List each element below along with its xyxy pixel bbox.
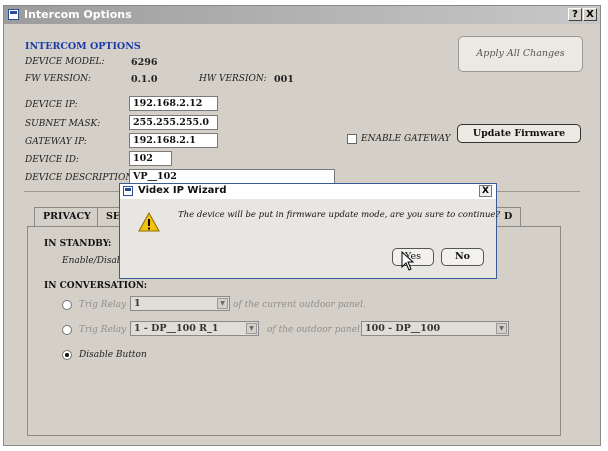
fw-version-value: 0.1.0 (131, 74, 158, 85)
subnet-mask-field[interactable]: 255.255.255.0 (129, 115, 218, 130)
device-id-label: DEVICE ID: (25, 155, 79, 165)
gateway-ip-label: GATEWAY IP: (25, 137, 87, 147)
device-description-label: DEVICE DESCRIPTION: (25, 173, 136, 183)
in-standby-title: IN STANDBY: (44, 239, 112, 249)
device-model-label: DEVICE MODEL: (25, 57, 105, 67)
mouse-pointer-icon (401, 251, 415, 271)
update-firmware-button[interactable]: Update Firmware (457, 124, 581, 143)
window-title: Intercom Options (24, 8, 132, 21)
app-icon (123, 186, 133, 196)
relay-outdoor-suffix: of the outdoor panel (267, 325, 360, 335)
close-button[interactable]: X (583, 8, 597, 21)
disable-button-radio[interactable] (62, 350, 72, 360)
fw-version-label: FW VERSION: (25, 74, 91, 84)
chevron-down-icon: ▼ (217, 298, 228, 309)
trig-relay-current-label: Trig Relay (79, 300, 127, 310)
chevron-down-icon: ▼ (496, 323, 507, 334)
hw-version-label: HW VERSION: (199, 74, 267, 84)
relay-outdoor-combo[interactable]: 1 - DP__100 R_1 ▼ (130, 321, 259, 336)
enable-gateway-label: ENABLE GATEWAY (361, 134, 451, 144)
device-description-field[interactable]: VP__102 (129, 169, 335, 184)
trig-relay-outdoor-radio[interactable] (62, 325, 72, 335)
subnet-mask-label: SUBNET MASK: (25, 119, 101, 129)
dialog-close-button[interactable]: X (479, 185, 492, 197)
trig-relay-current-radio[interactable] (62, 300, 72, 310)
relay-current-combo[interactable]: 1 ▼ (130, 296, 230, 311)
disable-button-label: Disable Button (79, 350, 147, 360)
device-ip-label: DEVICE IP: (25, 100, 78, 110)
hw-version-value: 001 (274, 74, 294, 85)
outdoor-panel-combo-value: 100 - DP__100 (365, 323, 441, 334)
dialog-title: Videx IP Wizard (138, 185, 227, 196)
device-id-field[interactable]: 102 (129, 151, 172, 166)
in-conversation-title: IN CONVERSATION: (44, 281, 148, 291)
section-title: INTERCOM OPTIONS (25, 41, 141, 52)
relay-outdoor-combo-value: 1 - DP__100 R_1 (134, 323, 219, 334)
gateway-ip-field[interactable]: 192.168.2.1 (129, 133, 218, 148)
relay-current-combo-value: 1 (134, 298, 141, 309)
warning-icon (138, 212, 160, 232)
help-button[interactable]: ? (568, 8, 582, 21)
no-button[interactable]: No (441, 248, 484, 266)
apply-all-changes-button[interactable]: Apply All Changes (458, 36, 583, 72)
enable-gateway-checkbox[interactable] (347, 134, 357, 144)
confirm-dialog: Videx IP Wizard X The device will be put… (119, 183, 500, 279)
chevron-down-icon: ▼ (246, 323, 257, 334)
device-model-value: 6296 (131, 57, 158, 68)
dialog-title-bar: Videx IP Wizard X (120, 184, 496, 199)
dialog-message: The device will be put in firmware updat… (178, 210, 500, 220)
outdoor-panel-combo[interactable]: 100 - DP__100 ▼ (361, 321, 509, 336)
tab-privacy[interactable]: PRIVACY (34, 207, 100, 227)
device-ip-field[interactable]: 192.168.2.12 (129, 96, 218, 111)
title-bar: Intercom Options ? X (4, 6, 600, 24)
relay-current-suffix: of the current outdoor panel. (233, 300, 366, 310)
trig-relay-outdoor-label: Trig Relay (79, 325, 127, 335)
app-icon (8, 9, 19, 20)
